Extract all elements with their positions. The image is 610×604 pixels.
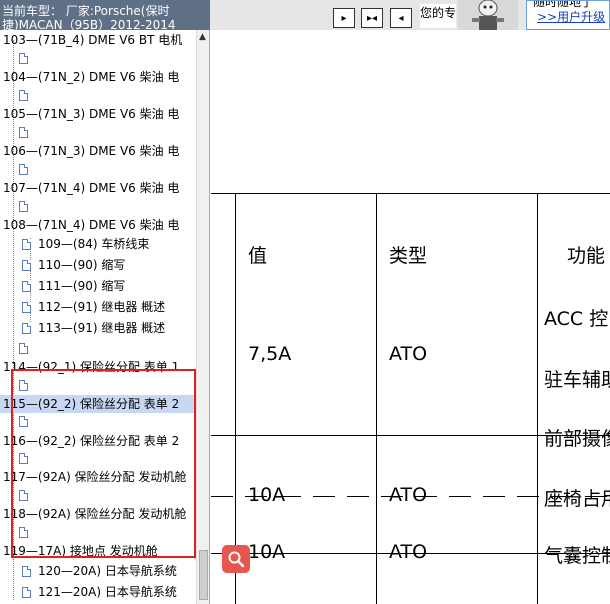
- column-border: [376, 193, 377, 604]
- fuse-type: ATO: [389, 343, 428, 365]
- tree-item-label: 120—20A) 日本导航系统: [38, 564, 177, 578]
- tree-item-label: 111—(90) 缩写: [38, 279, 126, 293]
- document-icon: [22, 281, 31, 292]
- tree-item-115-selected[interactable]: 115—(92_2) 保险丝分配 表单 2: [0, 395, 196, 413]
- tree-item-107[interactable]: 107—(71N_4) DME V6 柴油 电: [0, 179, 196, 197]
- document-icon[interactable]: [19, 90, 28, 101]
- tree-item-119[interactable]: 119—17A) 接地点 发动机舱: [0, 542, 196, 560]
- header-type: 类型: [389, 245, 428, 267]
- next-page-button[interactable]: ▸: [333, 8, 355, 28]
- tree-item-label: 103—(71B_4) DME V6 BT 电机: [3, 33, 183, 47]
- tree-item-label: 105—(71N_3) DME V6 柴油 电: [3, 107, 180, 121]
- fuse-function: 气囊控制: [544, 545, 610, 567]
- document-tree: 103—(71B_4) DME V6 BT 电机 104—(71N_2) DME…: [0, 30, 210, 604]
- tree-item-label: 114—(92_1) 保险丝分配 表单 1: [3, 360, 180, 374]
- fuse-value: 10A: [248, 541, 286, 563]
- tree-item-118[interactable]: 118—(92A) 保险丝分配 发动机舱: [0, 505, 196, 523]
- tree-item-109[interactable]: 109—(84) 车桥线束: [0, 235, 196, 253]
- fuse-type: ATO: [389, 484, 428, 506]
- tree-item-label: 121—20A) 日本导航系统: [38, 585, 177, 599]
- tree-item-112[interactable]: 112—(91) 继电器 概述: [0, 298, 196, 316]
- tree-item-106[interactable]: 106—(71N_3) DME V6 柴油 电: [0, 142, 196, 160]
- vehicle-line-1: 当前车型： 厂家:Porsche(保时: [2, 4, 170, 18]
- tree-item-121[interactable]: 121—20A) 日本导航系统: [0, 583, 196, 601]
- fuse-function: ACC 控: [544, 308, 609, 330]
- document-icon[interactable]: [19, 343, 28, 354]
- tree-item-label: 106—(71N_3) DME V6 柴油 电: [3, 144, 180, 158]
- tree-item-105[interactable]: 105—(71N_3) DME V6 柴油 电: [0, 105, 196, 123]
- table-top-border: [211, 193, 610, 194]
- tree-item-label: 110—(90) 缩写: [38, 258, 126, 272]
- tree-item-label: 109—(84) 车桥线束: [38, 237, 150, 251]
- tree-item-label: 112—(91) 继电器 概述: [38, 300, 166, 314]
- header-function: 功能: [567, 245, 606, 267]
- document-icon: [22, 323, 31, 334]
- fuse-function: 驻车辅助: [544, 369, 610, 391]
- tree-item-104[interactable]: 104—(71N_2) DME V6 柴油 电: [0, 68, 196, 86]
- tree-scrollbar[interactable]: ▲: [196, 30, 209, 604]
- document-icon: [22, 239, 31, 250]
- document-icon[interactable]: [19, 53, 28, 64]
- document-viewer: 值 类型 功能 7,5A ATO ACC 控 驻车辅助 前部摄像 10A ATO…: [211, 30, 610, 604]
- tree-item-label: 108—(71N_4) DME V6 柴油 电: [3, 218, 180, 232]
- fuse-function: 前部摄像: [544, 428, 610, 450]
- scroll-up-arrow-icon[interactable]: ▲: [199, 32, 206, 42]
- tree-item-116[interactable]: 116—(92_2) 保险丝分配 表单 2: [0, 432, 196, 450]
- tree-item-label: 117—(92A) 保险丝分配 发动机舱: [3, 470, 187, 484]
- tree-item-label: 113—(91) 继电器 概述: [38, 321, 166, 335]
- tree-item-120[interactable]: 120—20A) 日本导航系统: [0, 562, 196, 580]
- document-icon[interactable]: [19, 490, 28, 501]
- tree-item-117[interactable]: 117—(92A) 保险丝分配 发动机舱: [0, 468, 196, 486]
- vehicle-line-2: 捷)MACAN（95B）2012-2014: [2, 18, 176, 30]
- document-icon[interactable]: [19, 127, 28, 138]
- fuse-value: 7,5A: [248, 343, 292, 365]
- tree-item-label: 107—(71N_4) DME V6 柴油 电: [3, 181, 180, 195]
- document-icon[interactable]: [19, 453, 28, 464]
- column-border: [537, 193, 538, 604]
- fuse-type: ATO: [389, 541, 428, 563]
- document-icon[interactable]: [19, 380, 28, 391]
- user-upgrade-link[interactable]: >>用户升级: [537, 8, 605, 25]
- user-upgrade-panel: 随时随地了 >>用户升级: [526, 0, 610, 30]
- document-icon[interactable]: [19, 416, 28, 427]
- mascot-icon: [458, 0, 518, 30]
- tree-item-label: 118—(92A) 保险丝分配 发动机舱: [3, 507, 187, 521]
- fit-page-button[interactable]: ▸◂: [361, 8, 383, 28]
- fuse-value: 10A: [248, 484, 286, 506]
- tree-item-label: 115—(92_2) 保险丝分配 表单 2: [3, 397, 180, 411]
- scroll-thumb[interactable]: [199, 550, 208, 600]
- document-icon[interactable]: [19, 527, 28, 538]
- tree-item-103[interactable]: 103—(71B_4) DME V6 BT 电机: [0, 31, 196, 49]
- header-value: 值: [248, 245, 268, 267]
- tree-item-113[interactable]: 113—(91) 继电器 概述: [0, 319, 196, 337]
- document-icon: [22, 587, 31, 598]
- document-icon: [22, 260, 31, 271]
- previous-page-button[interactable]: ◂: [390, 8, 412, 28]
- document-icon[interactable]: [19, 201, 28, 212]
- search-icon[interactable]: [222, 545, 250, 573]
- tree-item-108[interactable]: 108—(71N_4) DME V6 柴油 电: [0, 216, 196, 234]
- top-bar: 当前车型： 厂家:Porsche(保时 捷)MACAN（95B）2012-201…: [0, 0, 610, 30]
- column-border: [235, 193, 236, 604]
- document-icon[interactable]: [19, 164, 28, 175]
- current-vehicle-info: 当前车型： 厂家:Porsche(保时 捷)MACAN（95B）2012-201…: [0, 0, 210, 30]
- document-icon: [22, 566, 31, 577]
- tree-item-110[interactable]: 110—(90) 缩写: [0, 256, 196, 274]
- tree-item-label: 119—17A) 接地点 发动机舱: [3, 544, 158, 558]
- tree-item-114[interactable]: 114—(92_1) 保险丝分配 表单 1: [0, 358, 196, 376]
- tree-item-label: 116—(92_2) 保险丝分配 表单 2: [3, 434, 180, 448]
- document-icon: [22, 302, 31, 313]
- greeting-text: 您的专: [420, 4, 456, 28]
- tree-item-111[interactable]: 111—(90) 缩写: [0, 277, 196, 295]
- tree-item-label: 104—(71N_2) DME V6 柴油 电: [3, 70, 180, 84]
- fuse-function: 座椅占用: [544, 488, 610, 510]
